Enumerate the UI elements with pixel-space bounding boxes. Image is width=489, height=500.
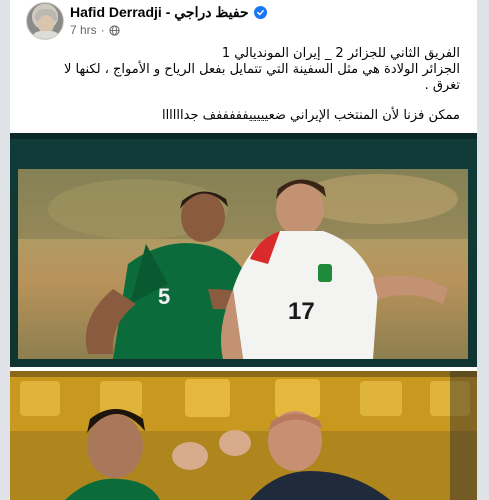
globe-icon[interactable]: [109, 24, 120, 36]
author-name-row: Hafid Derradji - حفيظ دراجي: [70, 3, 267, 21]
post-body: الفريق الثاني للجزائر 2 _ إيران المونديا…: [30, 46, 460, 124]
jersey-number-left: 5: [158, 284, 170, 309]
post-meta: 7 hrs ·: [70, 23, 120, 37]
author-name[interactable]: Hafid Derradji - حفيظ دراجي: [70, 4, 249, 21]
avatar-shirt: [31, 31, 61, 39]
jersey-number-right: 17: [288, 298, 315, 325]
match-photo-bottom[interactable]: [10, 371, 477, 500]
author-avatar[interactable]: [26, 2, 64, 40]
match-photo-frame: 5 17: [18, 169, 468, 359]
post-line-4: ممكن فزنا لأن المنتخب الإيراني ضعيييييفف…: [161, 108, 460, 123]
meta-separator: ·: [100, 23, 105, 37]
verified-badge-icon: [253, 5, 267, 19]
celebration-illustration: [10, 371, 477, 500]
match-photo-top[interactable]: 5 17: [10, 139, 477, 367]
post-timestamp[interactable]: 7 hrs: [70, 23, 97, 37]
post-media[interactable]: 5 17: [10, 133, 477, 500]
post-line-1: الفريق الثاني للجزائر 2 _ إيران المونديا…: [221, 46, 460, 61]
post-line-3: تغرق .: [424, 78, 460, 93]
post-header: Hafid Derradji - حفيظ دراجي 7 hrs ·: [10, 0, 477, 42]
players-illustration: 5 17: [18, 169, 468, 359]
post-line-2: الجزائر الولادة هي مثل السفينة التي تتما…: [64, 62, 460, 77]
post-card: Hafid Derradji - حفيظ دراجي 7 hrs · الفر…: [10, 0, 477, 500]
